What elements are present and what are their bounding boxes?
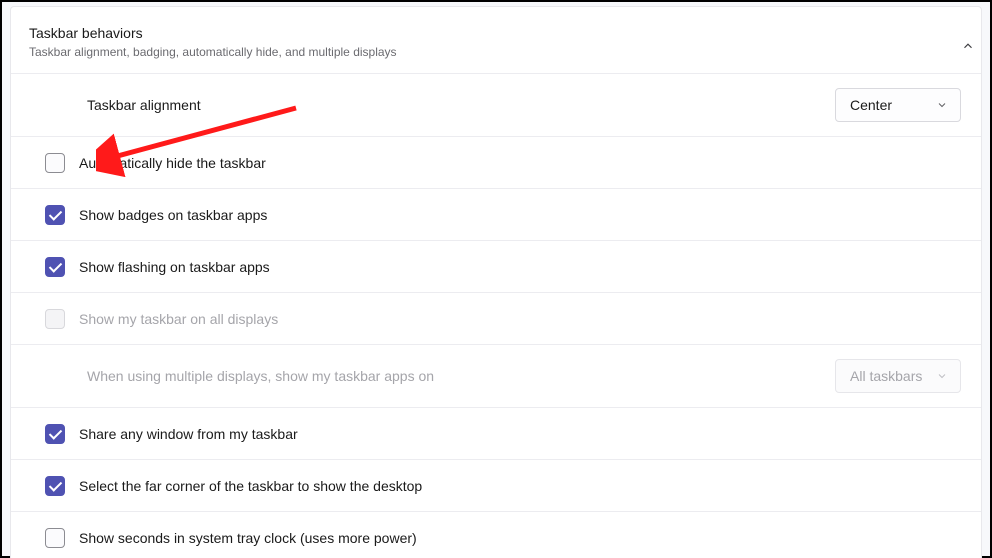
label-auto-hide-taskbar: Automatically hide the taskbar <box>79 155 961 171</box>
chevron-down-icon <box>936 99 948 111</box>
settings-window: Taskbar behaviors Taskbar alignment, bad… <box>0 0 992 558</box>
multi-display-value: All taskbars <box>850 368 922 384</box>
checkbox-show-badges[interactable] <box>45 205 65 225</box>
label-show-badges: Show badges on taskbar apps <box>79 207 961 223</box>
panel-header[interactable]: Taskbar behaviors Taskbar alignment, bad… <box>11 7 981 74</box>
chevron-down-icon <box>936 370 948 382</box>
checkbox-show-flashing[interactable] <box>45 257 65 277</box>
settings-rows: Taskbar alignment Center Automatically h… <box>11 74 981 558</box>
panel-title: Taskbar behaviors <box>29 25 961 41</box>
row-multi-display-apps: When using multiple displays, show my ta… <box>11 344 981 407</box>
row-taskbar-alignment: Taskbar alignment Center <box>11 74 981 136</box>
checkbox-show-seconds[interactable] <box>45 528 65 548</box>
label-show-seconds: Show seconds in system tray clock (uses … <box>79 530 961 546</box>
row-far-corner-desktop: Select the far corner of the taskbar to … <box>11 459 981 511</box>
row-show-seconds: Show seconds in system tray clock (uses … <box>11 511 981 558</box>
multi-display-dropdown: All taskbars <box>835 359 961 393</box>
checkbox-share-window[interactable] <box>45 424 65 444</box>
row-show-on-all-displays: Show my taskbar on all displays <box>11 292 981 344</box>
row-show-flashing: Show flashing on taskbar apps <box>11 240 981 292</box>
checkbox-auto-hide-taskbar[interactable] <box>45 153 65 173</box>
collapse-chevron-up-icon[interactable] <box>961 39 975 53</box>
checkbox-show-on-all-displays <box>45 309 65 329</box>
row-share-window: Share any window from my taskbar <box>11 407 981 459</box>
taskbar-alignment-value: Center <box>850 97 892 113</box>
taskbar-alignment-dropdown[interactable]: Center <box>835 88 961 122</box>
label-show-flashing: Show flashing on taskbar apps <box>79 259 961 275</box>
panel-subtitle: Taskbar alignment, badging, automaticall… <box>29 45 961 59</box>
taskbar-alignment-label: Taskbar alignment <box>87 97 835 113</box>
row-show-badges: Show badges on taskbar apps <box>11 188 981 240</box>
taskbar-behaviors-panel: Taskbar behaviors Taskbar alignment, bad… <box>10 6 982 558</box>
checkbox-far-corner-desktop[interactable] <box>45 476 65 496</box>
row-auto-hide-taskbar: Automatically hide the taskbar <box>11 136 981 188</box>
label-far-corner-desktop: Select the far corner of the taskbar to … <box>79 478 961 494</box>
label-multi-display-apps: When using multiple displays, show my ta… <box>87 368 835 384</box>
label-share-window: Share any window from my taskbar <box>79 426 961 442</box>
label-show-on-all-displays: Show my taskbar on all displays <box>79 311 961 327</box>
